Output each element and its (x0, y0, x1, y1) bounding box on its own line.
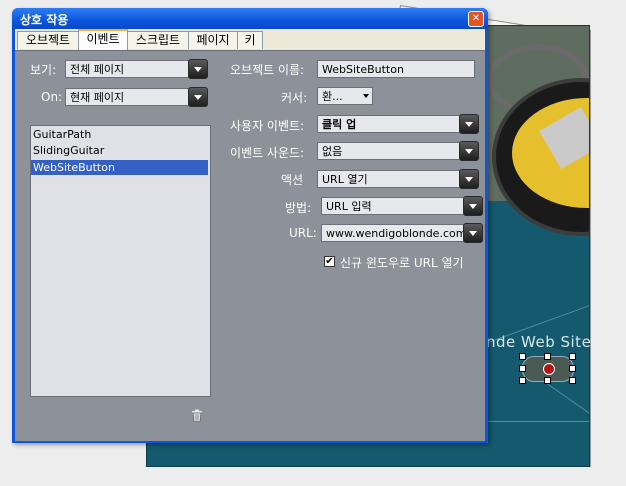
selection-handle[interactable] (544, 377, 551, 384)
list-item-websitebutton[interactable]: WebSiteButton (31, 160, 208, 175)
action-label: 액션 (281, 173, 304, 187)
tab-script[interactable]: 스크립트 (127, 31, 189, 49)
selection-handle[interactable] (544, 353, 551, 360)
user-event-select[interactable]: 클릭 업 (317, 115, 461, 133)
document-line (487, 421, 589, 422)
selection-handle[interactable] (519, 377, 526, 384)
event-sound-select[interactable]: 없음 (317, 142, 461, 160)
selection-handle[interactable] (519, 365, 526, 372)
url-dropdown-arrow-icon[interactable] (463, 223, 483, 243)
trash-icon[interactable] (191, 409, 203, 422)
tab-event[interactable]: 이벤트 (78, 29, 128, 51)
on-label: On: (41, 90, 63, 104)
tab-key[interactable]: 키 (237, 31, 263, 49)
close-button[interactable]: ✕ (468, 11, 484, 27)
object-name-field[interactable]: WebSiteButton (317, 60, 475, 78)
url-field[interactable]: www.wendigoblonde.com (321, 224, 465, 242)
website-button-dot (543, 363, 555, 375)
selection-handle[interactable] (569, 365, 576, 372)
object-list[interactable]: GuitarPath SlidingGuitar WebSiteButton (30, 125, 211, 397)
dialog-titlebar[interactable]: 상호 작용 ✕ (12, 8, 488, 30)
on-select[interactable]: 현재 페이지 (65, 88, 189, 106)
view-dropdown-arrow-icon[interactable] (188, 59, 208, 79)
method-dropdown-arrow-icon[interactable] (463, 196, 483, 216)
event-panel: 보기: 전체 페이지 On: 현재 페이지 GuitarPath Sliding… (15, 50, 485, 441)
event-sound-label: 이벤트 사운드: (230, 146, 305, 160)
cursor-dropdown-arrow-icon[interactable] (363, 94, 369, 98)
list-item-guitarpath[interactable]: GuitarPath (31, 127, 208, 142)
tab-page[interactable]: 페이지 (188, 31, 238, 49)
website-title-text: nde Web Site (486, 333, 592, 351)
selection-handle[interactable] (569, 377, 576, 384)
url-label: URL: (289, 226, 317, 240)
dialog-title: 상호 작용 (20, 13, 69, 27)
action-dropdown-arrow-icon[interactable] (459, 169, 479, 189)
method-label: 방법: (285, 201, 312, 215)
view-select[interactable]: 전체 페이지 (65, 60, 189, 78)
new-window-label: 신규 윈도우로 URL 열기 (340, 256, 464, 270)
cursor-label: 커서: (281, 91, 308, 105)
on-dropdown-arrow-icon[interactable] (188, 87, 208, 107)
method-select[interactable]: URL 입력 (321, 197, 465, 215)
event-sound-dropdown-arrow-icon[interactable] (459, 141, 479, 161)
action-select[interactable]: URL 열기 (317, 170, 461, 188)
selection-handle[interactable] (519, 353, 526, 360)
user-event-label: 사용자 이벤트: (230, 119, 305, 133)
selection-handle[interactable] (569, 353, 576, 360)
tab-bar: 오브젝트 이벤트 스크립트 페이지 키 (15, 29, 485, 51)
new-window-checkbox[interactable]: ✔ (324, 256, 335, 267)
user-event-dropdown-arrow-icon[interactable] (459, 114, 479, 134)
checkmark-icon: ✔ (325, 256, 334, 267)
view-label: 보기: (30, 63, 57, 77)
tab-object[interactable]: 오브젝트 (17, 31, 79, 49)
object-name-label: 오브젝트 이름: (230, 63, 305, 77)
list-item-slidingguitar[interactable]: SlidingGuitar (31, 143, 208, 158)
close-icon: ✕ (471, 13, 481, 24)
interaction-dialog: 상호 작용 ✕ 오브젝트 이벤트 스크립트 페이지 키 보기: 전체 페이지 O… (12, 8, 488, 443)
